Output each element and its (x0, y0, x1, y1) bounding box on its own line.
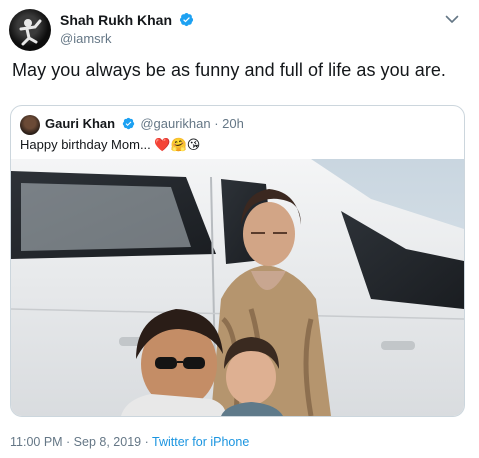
quoted-author-handle[interactable]: @gaurikhan · 20h (140, 116, 244, 131)
quoted-tweet-text: Happy birthday Mom... ❤️🤗😘 (20, 137, 201, 152)
quoted-tweet-photo[interactable] (11, 159, 464, 416)
tweet-timestamp[interactable]: 11:00 PM · Sep 8, 2019 · (10, 435, 152, 449)
tweet-text: May you always be as funny and full of l… (12, 60, 446, 80)
tweet-card: Shah Rukh Khan @iamsrk May you always be… (0, 0, 479, 458)
verified-badge-icon (179, 12, 193, 27)
tweet-meta: 11:00 PM · Sep 8, 2019 · Twitter for iPh… (10, 435, 249, 449)
chevron-down-icon[interactable] (445, 14, 459, 24)
author-avatar[interactable] (9, 9, 51, 51)
tweet-source-link[interactable]: Twitter for iPhone (152, 435, 249, 449)
quoted-author-avatar[interactable] (20, 115, 40, 135)
verified-badge-icon (122, 117, 134, 130)
author-name-row[interactable]: Shah Rukh Khan (60, 12, 194, 28)
quoted-author-row[interactable]: Gauri Khan @gaurikhan · 20h (45, 116, 244, 131)
quoted-tweet[interactable]: Gauri Khan @gaurikhan · 20h Happy birthd… (10, 105, 465, 417)
author-name[interactable]: Shah Rukh Khan (60, 12, 172, 28)
avatar-figure-icon (19, 19, 42, 46)
quoted-author-name[interactable]: Gauri Khan (45, 116, 115, 131)
author-handle[interactable]: @iamsrk (60, 31, 111, 46)
